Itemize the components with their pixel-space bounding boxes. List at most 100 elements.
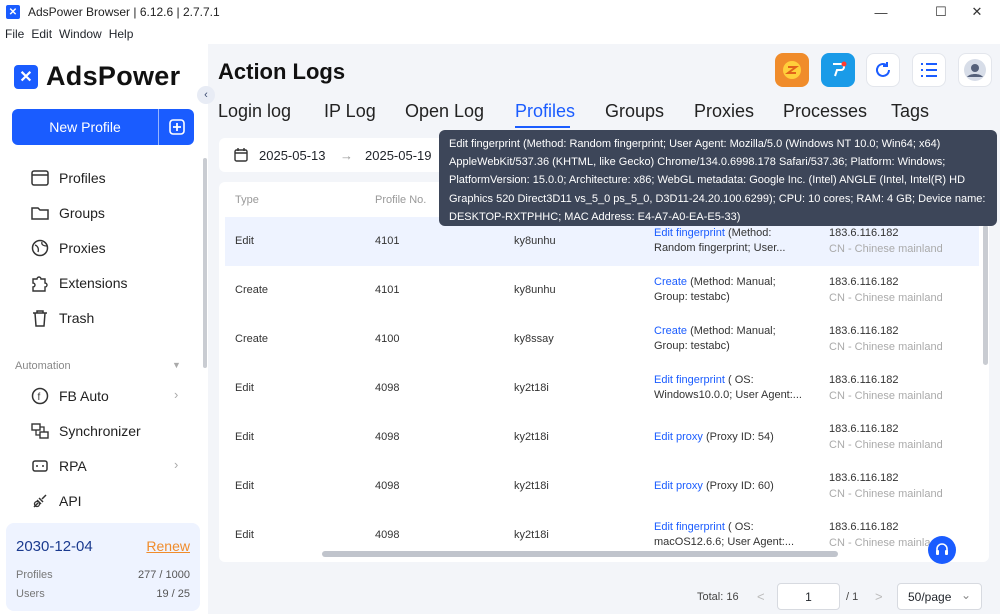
sidebar-item-trash[interactable]: Trash [30,308,94,328]
refresh-icon[interactable] [866,53,900,87]
cell-operation: Edit fingerprint ( OS: macOS12.6.6; User … [654,520,814,550]
log-table: Type Profile No. Edit 4101 ky8unhu Edit fin… [219,182,989,562]
tab-login-log[interactable]: Login log [218,101,291,122]
table-row[interactable]: Create 4100 ky8ssay Create (Method: Manual;… [225,315,979,364]
table-row[interactable]: Create 4101 ky8unhu Create (Method: Manual;… [225,266,979,315]
profiles-quota-value: 277 / 1000 [138,569,190,581]
cell-profile-no: 4098 [375,529,400,541]
tab-proxies[interactable]: Proxies [694,101,754,122]
operation-link[interactable]: Edit fingerprint [654,521,725,533]
chevron-right-icon: › [174,457,179,472]
operation-link[interactable]: Create [654,325,687,337]
date-start[interactable]: 2025-05-13 [259,148,326,163]
calendar-icon [234,147,248,165]
tab-groups[interactable]: Groups [605,101,664,122]
operation-detail: (Method: Manual; [687,276,776,288]
title-bar: ✕ AdsPower Browser | 6.12.6 | 2.7.7.1 — … [0,0,1000,24]
operation-link[interactable]: Create [654,276,687,288]
minimize-button[interactable]: — [858,0,904,24]
cell-user-id: ky2t18i [514,529,549,541]
collapse-sidebar-button[interactable]: ‹ [197,86,215,104]
page-title: Action Logs [218,59,346,84]
tab-ip-log[interactable]: IP Log [324,101,376,122]
sidebar-item-synchronizer[interactable]: Synchronizer [30,421,141,441]
batch-import-icon[interactable] [159,119,194,135]
new-profile-button[interactable]: New Profile [12,109,194,145]
operation-link[interactable]: Edit proxy [654,431,703,443]
sidebar-scrollbar[interactable] [203,158,207,368]
sidebar-item-rpa[interactable]: RPA [30,456,87,476]
cell-ip: 183.6.116.182 [829,227,899,239]
cell-profile-no: 4098 [375,382,400,394]
tab-processes[interactable]: Processes [783,101,867,122]
operation-detail: ( OS: [724,374,754,386]
prev-page-button[interactable]: < [757,589,765,604]
page-total: / 1 [846,591,859,603]
cell-type: Edit [235,480,254,492]
cell-operation: Create (Method: Manual; Group: testabc) [654,275,814,305]
operation-link[interactable]: Edit proxy [654,480,703,492]
cell-user-id: ky2t18i [514,382,549,394]
cell-type: Edit [235,529,254,541]
date-range-picker[interactable]: 2025-05-13 → 2025-05-19 [219,138,457,172]
operation-link[interactable]: Edit fingerprint [654,227,725,239]
renew-link[interactable]: Renew [146,538,190,554]
cell-type: Create [235,284,269,296]
promo-icon[interactable] [775,53,809,87]
task-list-icon[interactable] [912,53,946,87]
sidebar-item-extensions[interactable]: Extensions [30,273,127,293]
cell-operation: Edit fingerprint ( OS: Windows10.0.0; Use… [654,373,814,403]
sync-update-icon[interactable] [821,53,855,87]
sidebar-item-profiles[interactable]: Profiles [30,168,106,188]
menu-file[interactable]: File [5,27,24,41]
chevron-down-icon: ⌄ [960,588,971,602]
table-row[interactable]: Edit 4098 ky2t18i Edit proxy (Proxy ID: 60)… [225,462,979,511]
operation-detail: ( OS: [724,521,754,533]
chevron-down-icon[interactable]: ▼ [172,360,181,370]
table-row[interactable]: Edit 4098 ky2t18i Edit proxy (Proxy ID: 54)… [225,413,979,462]
sidebar-item-api[interactable]: API [30,491,82,511]
tab-open-log[interactable]: Open Log [405,101,484,122]
new-profile-label: New Profile [49,119,121,135]
operation-detail-line2: Windows10.0.0; User Agent:... [654,389,802,401]
cell-operation: Edit fingerprint (Method: Random fingerpr… [654,226,814,256]
cell-location: CN - Chinese mainland [829,488,943,500]
date-end[interactable]: 2025-05-19 [365,148,432,163]
cell-location: CN - Chinese mainland [829,243,943,255]
horizontal-scrollbar[interactable] [322,551,838,557]
next-page-button[interactable]: > [875,589,883,604]
cell-user-id: ky2t18i [514,431,549,443]
operation-detail: (Method: [724,227,772,239]
close-button[interactable]: ✕ [954,0,1000,24]
adspower-logo-icon: ✕ [14,64,38,89]
column-header-profile-no: Profile No. [375,194,427,206]
menu-help[interactable]: Help [109,27,134,41]
cell-operation: Edit proxy (Proxy ID: 54) [654,430,814,445]
cell-operation: Edit proxy (Proxy ID: 60) [654,479,814,494]
cell-location: CN - Chinese mainland [829,439,943,451]
tab-tags[interactable]: Tags [891,101,929,122]
cell-profile-no: 4101 [375,235,400,247]
trash-icon [30,308,50,328]
support-chat-icon[interactable] [928,536,956,564]
vertical-scrollbar[interactable] [983,225,988,365]
menu-window[interactable]: Window [59,27,102,41]
tab-profiles[interactable]: Profiles [515,101,575,122]
page-number-input[interactable]: 1 [777,583,840,610]
sidebar-item-label: Trash [59,310,95,326]
operation-link[interactable]: Edit fingerprint [654,374,725,386]
table-row[interactable]: Edit 4098 ky2t18i Edit fingerprint ( OS: Win… [225,364,979,413]
cell-type: Create [235,333,269,345]
sidebar-item-label: Groups [59,205,105,221]
sidebar-item-label: Extensions [59,275,128,291]
cell-profile-no: 4100 [375,333,400,345]
app-logo-icon: ✕ [6,5,20,19]
sidebar-item-groups[interactable]: Groups [30,203,105,223]
sidebar-item-proxies[interactable]: Proxies [30,238,106,258]
page-size-select[interactable]: 50/page ⌄ [897,583,982,610]
avatar[interactable] [958,53,992,87]
menu-edit[interactable]: Edit [31,27,52,41]
sidebar-item-label: RPA [59,458,87,474]
page-size-value: 50/page [908,589,952,604]
sidebar-item-fb-auto[interactable]: f FB Auto [30,386,109,406]
